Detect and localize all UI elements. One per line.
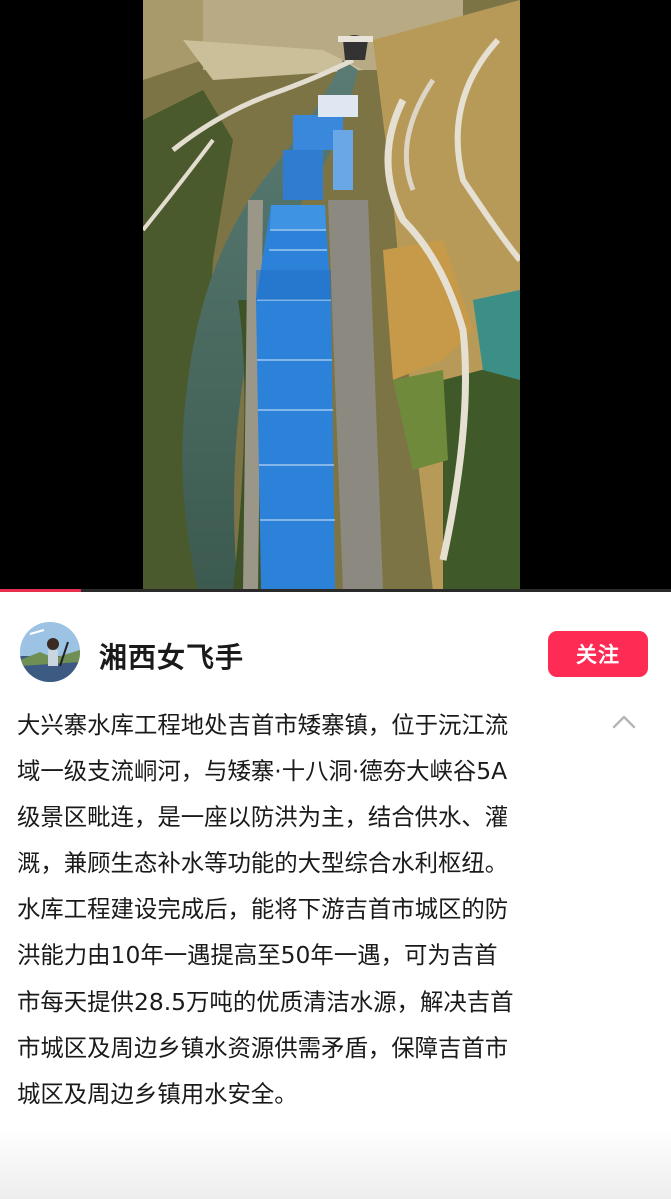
aerial-reservoir-construction-image (143, 0, 520, 591)
follow-button[interactable]: 关注 (548, 631, 648, 677)
video-progress-bar[interactable] (0, 589, 671, 592)
video-description: 大兴寨水库工程地处吉首市矮寨镇，位于沅江流 域一级支流峒河，与矮寨·十八洞·德夯… (17, 702, 597, 1117)
description-line: 大兴寨水库工程地处吉首市矮寨镇，位于沅江流 (17, 711, 509, 739)
description-line: 溉，兼顾生态补水等功能的大型综合水利枢纽。 (17, 849, 509, 878)
author-row: 湘西女飞手 关注 (0, 600, 671, 700)
chevron-up-icon[interactable] (611, 712, 637, 732)
description-line: 市城区及周边乡镇水资源供需矛盾，保障吉首市 (17, 1033, 509, 1062)
description-line: 域一级支流峒河，与矮寨·十八洞·德夯大峡谷5A (17, 757, 508, 786)
bottom-fade-overlay (0, 1130, 671, 1199)
description-line: 城区及周边乡镇用水安全。 (17, 1079, 298, 1108)
author-name[interactable]: 湘西女飞手 (99, 636, 244, 676)
description-line: 水库工程建设完成后，能将下游吉首市城区的防 (17, 895, 509, 924)
description-line: 级景区毗连，是一座以防洪为主，结合供水、灌 (17, 803, 509, 832)
description-line: 洪能力由10年一遇提高至50年一遇，可为吉首 (17, 941, 498, 970)
video-progress-fill (0, 589, 81, 592)
description-line: 市每天提供28.5万吨的优质清洁水源，解决吉首 (17, 987, 514, 1016)
user-avatar-icon[interactable] (20, 622, 80, 682)
video-player[interactable] (0, 0, 671, 592)
